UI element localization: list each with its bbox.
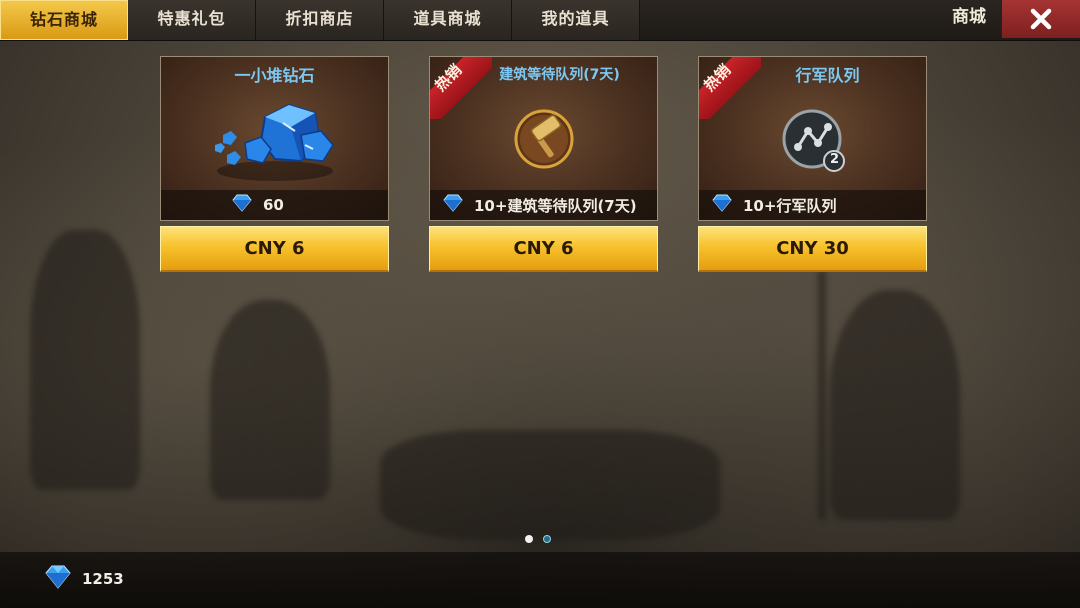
product-frame: 热销 建筑等待队列(7天) 10+建筑等待队列(7天) [429, 56, 658, 221]
diamond-icon [711, 194, 733, 216]
product-title: 一小堆钻石 [234, 66, 315, 85]
page-dot-2[interactable] [543, 535, 551, 543]
product-card-march-queue: 热销 行军队列 2 10+行军队列 CNY 30 [698, 56, 927, 272]
product-frame: 热销 行军队列 2 10+行军队列 [698, 56, 927, 221]
buy-button[interactable]: CNY 30 [698, 226, 927, 272]
diamond-icon [442, 194, 464, 216]
reward-text: 60 [263, 196, 284, 214]
reward-text: 10+行军队列 [743, 196, 837, 215]
reward-row: 10+建筑等待队列(7天) [430, 190, 657, 220]
tab-discount-shop[interactable]: 折扣商店 [256, 0, 384, 40]
tab-my-items[interactable]: 我的道具 [512, 0, 640, 40]
product-frame: 一小堆钻石 60 [160, 56, 389, 221]
page-indicator [525, 535, 551, 543]
tab-diamond-store[interactable]: 钻石商城 [0, 0, 128, 40]
diamond-icon [231, 194, 253, 216]
buy-button[interactable]: CNY 6 [429, 226, 658, 272]
page-dot-1[interactable] [525, 535, 533, 543]
reward-row: 10+行军队列 [699, 190, 926, 220]
product-card-diamonds: 一小堆钻石 60 CNY 6 [160, 56, 389, 272]
bottom-bar: 1253 [0, 552, 1080, 608]
reward-row: 60 [161, 190, 388, 220]
product-card-build-queue: 热销 建筑等待队列(7天) 10+建筑等待队列(7天) CNY 6 [429, 56, 658, 272]
queue-count-badge: 2 [829, 152, 840, 167]
top-tab-bar: 钻石商城 特惠礼包 折扣商店 道具商城 我的道具 商城 [0, 0, 1080, 41]
diamond-icon [44, 565, 72, 593]
page-title: 商城 [952, 7, 986, 27]
tab-special-packs[interactable]: 特惠礼包 [128, 0, 256, 40]
reward-text: 10+建筑等待队列(7天) [474, 196, 637, 215]
close-icon [1030, 8, 1052, 30]
close-button[interactable] [1001, 0, 1080, 38]
gem-balance: 1253 [44, 565, 124, 593]
tab-item-store[interactable]: 道具商城 [384, 0, 512, 40]
hammer-icon [512, 107, 576, 175]
gem-balance-value: 1253 [82, 570, 124, 588]
product-title: 建筑等待队列(7天) [499, 67, 620, 83]
buy-button[interactable]: CNY 6 [160, 226, 389, 272]
product-title: 行军队列 [795, 66, 860, 85]
diamond-pile-icon [205, 95, 345, 191]
march-queue-icon: 2 [780, 107, 846, 177]
